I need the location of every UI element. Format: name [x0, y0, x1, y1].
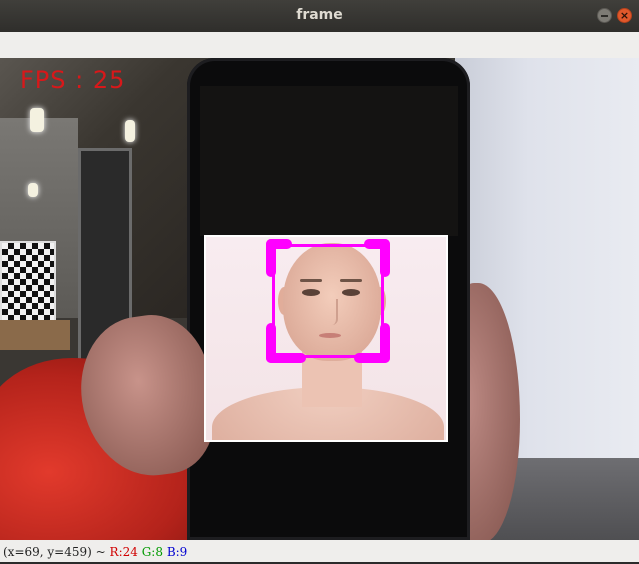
bbox-corner: [266, 239, 276, 277]
app-window: frame × FPS: 25 (x=69, y=459) ~ R:24 G:…: [0, 0, 639, 562]
minimize-button[interactable]: [597, 8, 612, 23]
bbox-corner: [380, 239, 390, 277]
phone-screen-dark: [200, 86, 458, 236]
cursor-coordinates: (x=69, y=459) ~: [3, 545, 106, 559]
background-shelf: [0, 320, 70, 350]
pixel-red-value: R:24: [109, 545, 138, 559]
fps-counter: FPS : 25: [20, 66, 126, 94]
calibration-checkerboard: [0, 241, 56, 325]
pixel-blue-value: B:9: [166, 545, 188, 559]
face-detection-box: [272, 244, 384, 358]
close-button[interactable]: ×: [617, 8, 632, 23]
camera-view[interactable]: FPS : 25: [0, 58, 639, 540]
ceiling-lamp: [30, 108, 44, 132]
bbox-corner: [380, 323, 390, 363]
ceiling-lamp: [28, 183, 38, 197]
title-bar[interactable]: frame ×: [0, 0, 639, 32]
close-icon: ×: [619, 9, 630, 22]
toolbar: [0, 32, 639, 59]
window-title: frame: [296, 7, 343, 23]
ceiling-lamp: [125, 120, 135, 142]
bbox-corner: [266, 323, 276, 363]
status-bar: (x=69, y=459) ~ R:24 G:8 B:9: [0, 540, 639, 562]
pixel-green-value: G:8: [141, 545, 163, 559]
